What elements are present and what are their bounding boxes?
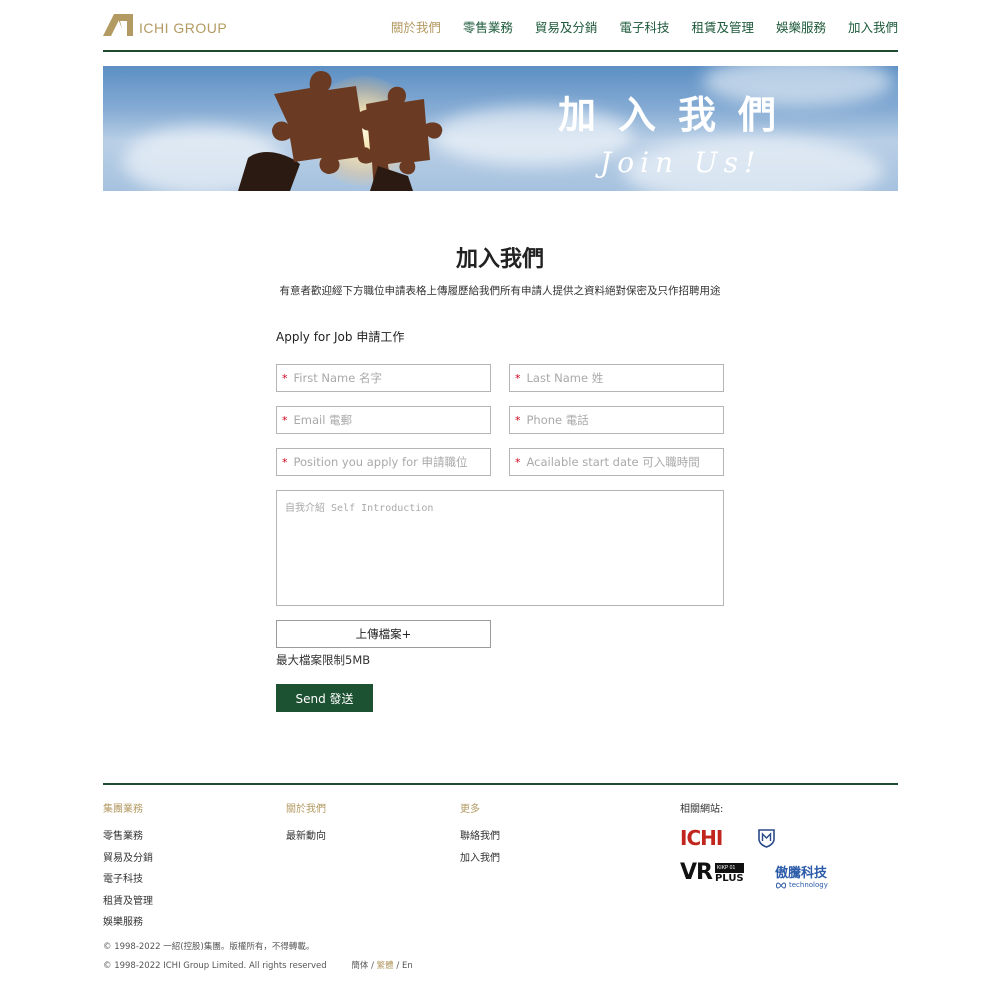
footer-link-trading[interactable]: 貿易及分銷 [103, 849, 153, 871]
email-input[interactable]: * Email 電郵 [276, 406, 491, 434]
nav-entertainment[interactable]: 娛樂服務 [776, 17, 826, 36]
tech-logo-cn: 傲騰科技 [775, 866, 828, 881]
footer-link-news[interactable]: 最新動向 [286, 827, 326, 849]
ichi-logo-mark-icon [103, 14, 133, 36]
nav-trading[interactable]: 貿易及分銷 [535, 17, 598, 36]
vr-logo-small: KIKP 01 PLUS [714, 863, 744, 884]
footer-col-sites: 相關網站: [680, 800, 723, 827]
copyright-cn: © 1998-2022 一紹(控股)集團。版權所有，不得轉載。 [103, 942, 315, 952]
first-name-input[interactable]: * First Name 名字 [276, 364, 491, 392]
copyright-row: © 1998-2022 ICHI Group Limited. All righ… [103, 959, 413, 971]
banner-subtitle: Join Us! [600, 146, 762, 179]
footer-link-join-us[interactable]: 加入我們 [460, 849, 500, 871]
footer-link-contact[interactable]: 聯絡我們 [460, 827, 500, 849]
lang-traditional[interactable]: 繁體 [377, 961, 394, 971]
required-mark: * [282, 371, 288, 385]
phone-placeholder: Phone 電話 [526, 413, 589, 427]
phone-input[interactable]: * Phone 電話 [509, 406, 724, 434]
nav-electronics[interactable]: 電子科技 [619, 17, 669, 36]
footer-col-title: 更多 [460, 804, 480, 815]
nav-about[interactable]: 關於我們 [391, 17, 441, 36]
required-mark: * [282, 455, 288, 469]
lang-simplified[interactable]: 簡体 [351, 961, 368, 971]
position-placeholder: Position you apply for 申請職位 [293, 455, 468, 469]
copyright-en: © 1998-2022 ICHI Group Limited. All righ… [103, 961, 327, 971]
tech-logo-en-row: technology [775, 881, 828, 889]
tech-site-logo[interactable]: 傲騰科技 technology [775, 862, 828, 889]
logo-text: ICHI GROUP [139, 20, 228, 36]
form-heading: Apply for Job 申請工作 [276, 330, 405, 344]
page-title: 加入我們 [455, 247, 544, 272]
position-input[interactable]: * Position you apply for 申請職位 [276, 448, 491, 476]
lang-sep: / [393, 961, 402, 971]
intro-placeholder: 自我介紹 Self Introduction [285, 503, 434, 514]
last-name-placeholder: Last Name 姓 [526, 371, 604, 385]
email-placeholder: Email 電郵 [293, 413, 353, 427]
footer-col-title: 集團業務 [103, 804, 143, 815]
footer-link-entertainment[interactable]: 娛樂服務 [103, 913, 153, 935]
shield-logo-icon[interactable] [758, 828, 775, 848]
vr-plus-logo[interactable]: VR KIKP 01 PLUS [680, 862, 744, 884]
upload-file-button[interactable]: 上傳檔案+ [276, 620, 491, 648]
self-introduction-textarea[interactable]: 自我介紹 Self Introduction [276, 490, 724, 606]
footer-col-about: 關於我們 最新動向 [286, 800, 326, 849]
footer-col-title: 相關網站: [680, 804, 724, 815]
first-name-placeholder: First Name 名字 [293, 371, 382, 385]
language-switcher: 簡体 / 繁體 / En [351, 961, 412, 971]
required-mark: * [515, 371, 521, 385]
banner-title: 加入我們 [558, 93, 799, 137]
required-mark: * [282, 413, 288, 427]
upload-size-note: 最大檔案限制5MB [276, 653, 371, 667]
last-name-input[interactable]: * Last Name 姓 [509, 364, 724, 392]
infinity-icon [776, 881, 786, 889]
nav-retail[interactable]: 零售業務 [463, 17, 513, 36]
vr-logo-tag: KIKP 01 [714, 863, 744, 873]
site-logo[interactable]: ICHI GROUP [103, 14, 227, 36]
lang-sep: / [368, 961, 377, 971]
nav-join-us[interactable]: 加入我們 [848, 17, 898, 36]
footer-link-electronics[interactable]: 電子科技 [103, 870, 153, 892]
required-mark: * [515, 455, 521, 469]
puzzle-pieces-image [238, 70, 443, 191]
footer-col-business: 集團業務 零售業務 貿易及分銷 電子科技 租賃及管理 娛樂服務 [103, 800, 153, 935]
main-nav: 關於我們 零售業務 貿易及分銷 電子科技 租賃及管理 娛樂服務 加入我們 [369, 17, 898, 36]
footer-col-title: 關於我們 [286, 804, 326, 815]
nav-leasing[interactable]: 租賃及管理 [691, 17, 754, 36]
page-description: 有意者歡迎經下方職位申請表格上傳履歷給我們所有申請人提供之資料絕對保密及只作招聘… [279, 285, 721, 297]
site-header: ICHI GROUP 關於我們 零售業務 貿易及分銷 電子科技 租賃及管理 娛樂… [103, 0, 898, 52]
footer-link-retail[interactable]: 零售業務 [103, 827, 153, 849]
lang-english[interactable]: En [402, 961, 413, 971]
footer-divider [103, 783, 898, 785]
send-button[interactable]: Send 發送 [276, 684, 373, 712]
required-mark: * [515, 413, 521, 427]
start-date-input[interactable]: * Acailable start date 可入職時間 [509, 448, 724, 476]
vr-logo-text: VR [680, 860, 713, 885]
footer-col-more: 更多 聯絡我們 加入我們 [460, 800, 500, 870]
tech-logo-en: technology [789, 881, 828, 889]
hero-banner: 加入我們 Join Us! [103, 66, 898, 191]
footer-link-leasing[interactable]: 租賃及管理 [103, 892, 153, 914]
start-date-placeholder: Acailable start date 可入職時間 [526, 455, 700, 469]
ichi-site-logo[interactable]: ICHI [680, 826, 723, 850]
vr-logo-plus: PLUS [714, 873, 744, 884]
